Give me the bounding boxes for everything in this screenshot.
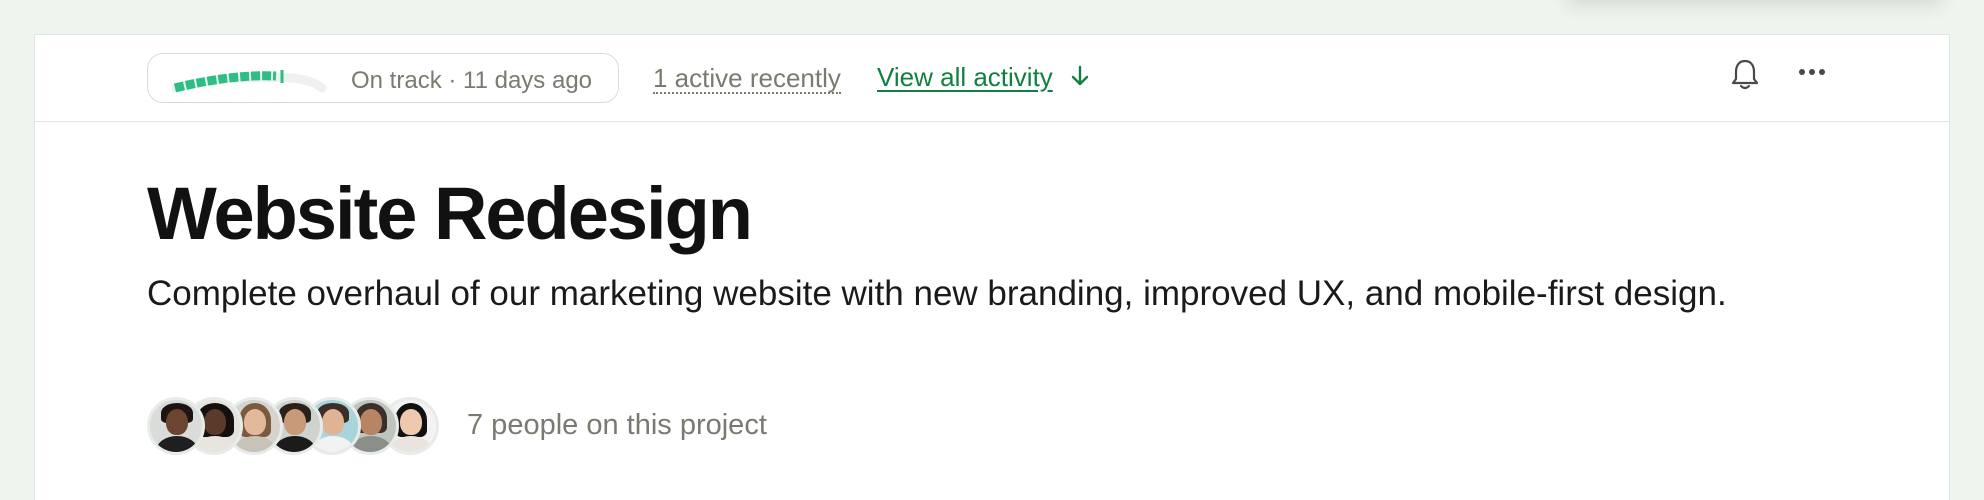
more-icon[interactable] bbox=[1797, 65, 1827, 79]
project-card: On track · 11 days ago 1 active recently… bbox=[34, 34, 1950, 500]
view-all-activity-link[interactable]: View all activity bbox=[877, 62, 1090, 93]
view-all-activity-label: View all activity bbox=[877, 62, 1053, 92]
project-header-bar: On track · 11 days ago 1 active recently… bbox=[35, 35, 1949, 122]
avatar[interactable] bbox=[147, 397, 205, 455]
project-description: Complete overhaul of our marketing websi… bbox=[147, 274, 1727, 313]
bell-icon[interactable] bbox=[1729, 57, 1761, 93]
project-title: Website Redesign bbox=[147, 172, 753, 255]
people-count-label: 7 people on this project bbox=[467, 409, 767, 441]
status-pill[interactable]: On track · 11 days ago bbox=[147, 53, 619, 103]
member-avatars[interactable] bbox=[147, 397, 467, 459]
arrow-down-icon bbox=[1071, 65, 1089, 86]
page: On track · 11 days ago 1 active recently… bbox=[0, 0, 1984, 500]
progress-arc-icon bbox=[172, 70, 327, 93]
active-recently-link[interactable]: 1 active recently bbox=[653, 64, 841, 94]
status-label: On track · 11 days ago bbox=[351, 67, 593, 94]
